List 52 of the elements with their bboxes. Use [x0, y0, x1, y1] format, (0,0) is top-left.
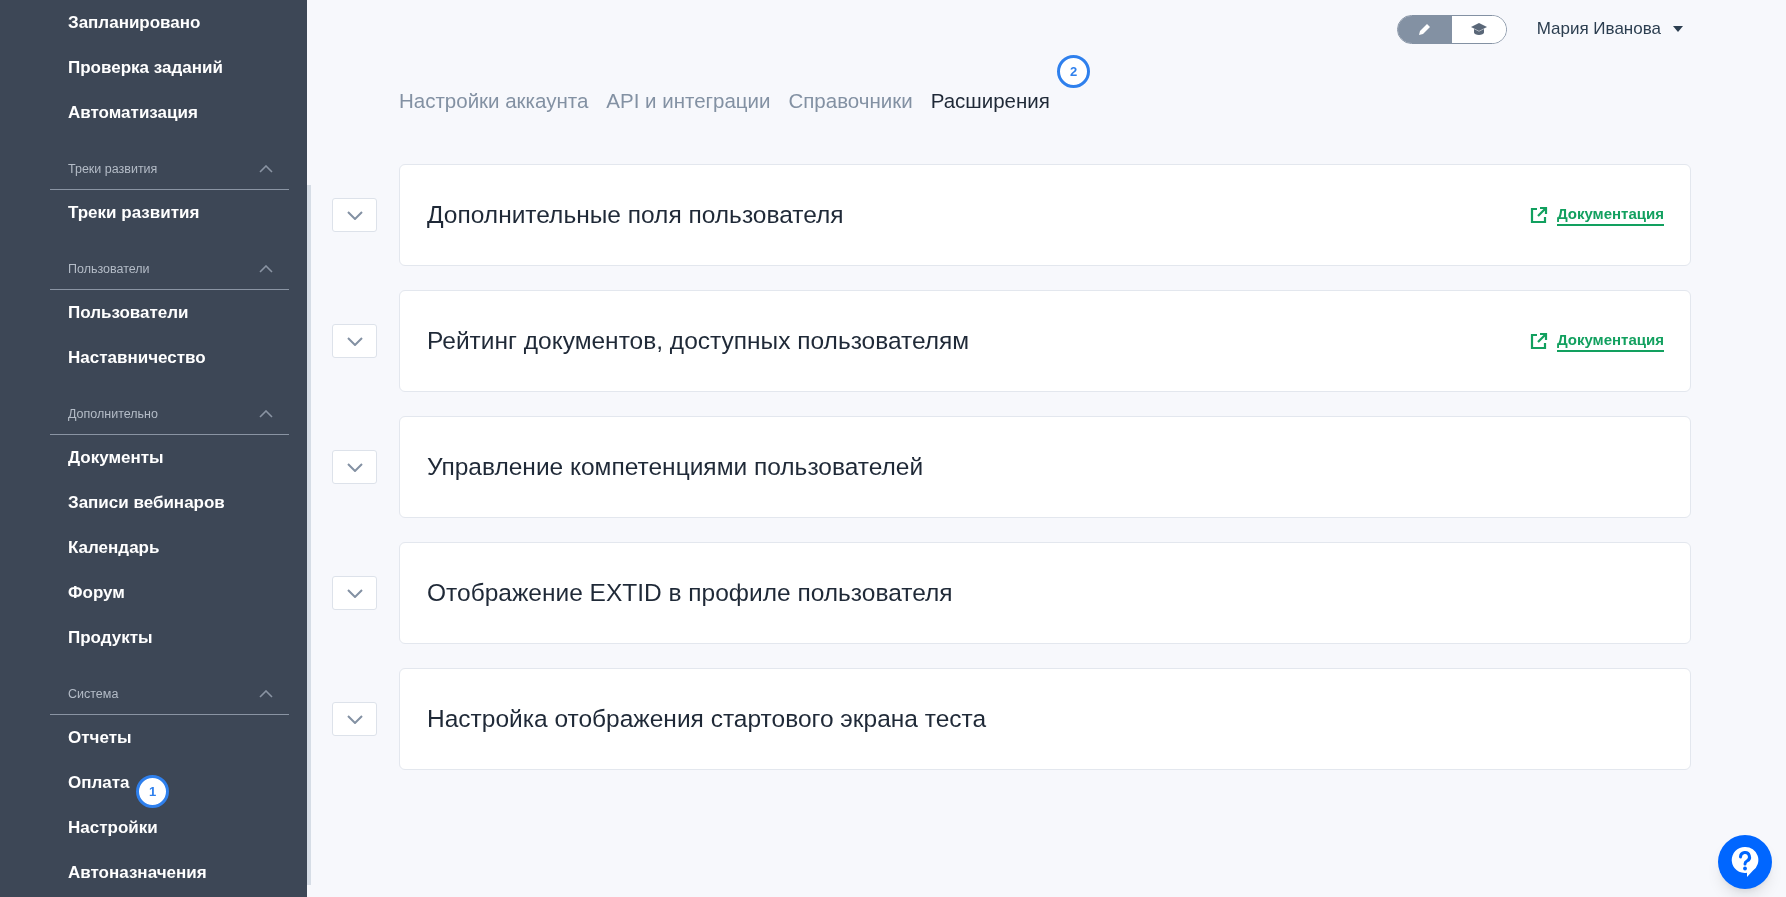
sidebar-item[interactable]: Календарь: [68, 534, 160, 561]
sidebar-item[interactable]: Автоматизация: [68, 99, 198, 126]
tab[interactable]: Расширения: [930, 85, 1050, 117]
extension-title: Отображение EXTID в профиле пользователя: [427, 577, 953, 608]
sidebar-item[interactable]: Записи вебинаров: [68, 489, 225, 516]
graduation-cap-icon: [1469, 22, 1488, 36]
chevron-down-icon: [346, 462, 363, 472]
expand-button[interactable]: [332, 576, 377, 610]
expand-button[interactable]: [332, 450, 377, 484]
extension-title: Управление компетенциями пользователей: [427, 451, 924, 482]
expand-button[interactable]: [332, 702, 377, 736]
sidebar-item[interactable]: Проверка заданий: [68, 54, 223, 81]
chevron-up-icon[interactable]: [259, 410, 273, 418]
sidebar-item[interactable]: Автоназначения: [68, 859, 207, 886]
pencil-icon: [1416, 21, 1432, 37]
expand-button[interactable]: [332, 198, 377, 232]
section-header: Система: [68, 686, 119, 703]
sidebar-item[interactable]: Треки развития: [68, 199, 200, 226]
help-icon: [1730, 846, 1760, 878]
external-link-icon: [1528, 331, 1548, 351]
sidebar-item[interactable]: Запланировано: [68, 9, 201, 36]
sidebar-item[interactable]: Пользователи: [68, 299, 189, 326]
chevron-down-icon: [346, 210, 363, 220]
section-header: Треки развития: [68, 161, 158, 178]
chevron-down-icon: [346, 336, 363, 346]
help-button[interactable]: [1718, 835, 1772, 889]
annotation-marker: 2: [1057, 55, 1090, 88]
chevron-up-icon[interactable]: [259, 165, 273, 173]
sidebar-item[interactable]: Наставничество: [68, 344, 206, 371]
external-link-icon: [1528, 205, 1548, 225]
extension-title: Дополнительные поля пользователя: [427, 199, 844, 230]
sidebar-item[interactable]: Продукты: [68, 624, 153, 651]
sidebar-item[interactable]: Настройки: [68, 814, 158, 841]
sidebar-item[interactable]: Документы: [68, 444, 164, 471]
sidebar-item[interactable]: Отчеты: [68, 724, 132, 751]
caret-icon: [1673, 26, 1683, 32]
mode-toggle[interactable]: [1396, 14, 1507, 44]
extension-title: Рейтинг документов, доступных пользователям: [427, 325, 970, 356]
learn-mode-button[interactable]: [1451, 15, 1506, 43]
user-menu[interactable]: Мария Иванова: [1536, 16, 1683, 42]
scrollbar[interactable]: [307, 185, 311, 885]
expand-button[interactable]: [332, 324, 377, 358]
edit-mode-button[interactable]: [1397, 15, 1452, 43]
sidebar-item[interactable]: Форум: [68, 579, 125, 606]
chevron-up-icon[interactable]: [259, 265, 273, 273]
section-header: Пользователи: [68, 261, 150, 278]
sidebar-item[interactable]: Оплата: [68, 769, 130, 796]
extension-title: Настройка отображения стартового экрана теста: [427, 703, 987, 734]
chevron-down-icon: [346, 588, 363, 598]
section-header: Дополнительно: [68, 406, 158, 423]
chevron-down-icon: [346, 714, 363, 724]
chevron-up-icon[interactable]: [259, 690, 273, 698]
